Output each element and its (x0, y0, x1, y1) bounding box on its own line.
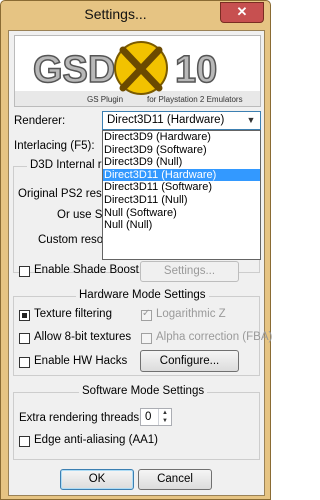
cancel-button[interactable]: Cancel (138, 469, 212, 490)
allow-8bit-label[interactable]: Allow 8-bit textures (34, 331, 131, 343)
renderer-option-selected[interactable]: Direct3D11 (Hardware) (103, 168, 260, 182)
renderer-option[interactable]: Direct3D11 (Null) (103, 194, 260, 207)
software-mode-title: Software Mode Settings (79, 385, 208, 397)
hw-hacks-checkbox[interactable] (19, 357, 30, 368)
shade-boost-label[interactable]: Enable Shade Boost (34, 264, 139, 276)
renderer-option[interactable]: Null (Software) (103, 207, 260, 220)
interlacing-label: Interlacing (F5): (14, 140, 95, 152)
aa1-label[interactable]: Edge anti-aliasing (AA1) (34, 434, 158, 446)
logo-letters-right: 10 (175, 49, 217, 91)
shade-boost-checkbox[interactable] (19, 266, 30, 277)
logo-graphic: GSD 10 GS Plugin for Playstation 2 Emula… (15, 36, 260, 106)
threads-input[interactable]: 0 ▲ ▼ (140, 408, 172, 426)
renderer-option[interactable]: Direct3D9 (Hardware) (103, 131, 260, 144)
logo-caption-right: for Playstation 2 Emulators (147, 95, 243, 104)
dialog-client: GSD 10 GS Plugin for Playstation 2 Emula… (8, 30, 272, 496)
alpha-correction-checkbox[interactable] (141, 333, 152, 344)
allow-8bit-checkbox[interactable] (19, 333, 30, 344)
aa1-checkbox[interactable] (19, 436, 30, 447)
alpha-correction-label[interactable]: Alpha correction (FBA) (156, 331, 272, 343)
title-bar[interactable]: Settings... ✕ (1, 1, 270, 29)
logo-letters-left: GSD (33, 49, 115, 91)
close-button[interactable]: ✕ (220, 2, 264, 23)
renderer-option[interactable]: Null (Null) (103, 219, 260, 232)
gsdx-logo: GSD 10 GS Plugin for Playstation 2 Emula… (14, 35, 261, 107)
d3d-internal-title: D3D Internal r (27, 159, 105, 171)
logarithmic-z-checkbox[interactable] (141, 308, 152, 321)
renderer-label: Renderer: (14, 115, 66, 127)
renderer-option[interactable]: Direct3D9 (Software) (103, 144, 260, 157)
software-mode-groupbox (13, 392, 260, 460)
threads-label: Extra rendering threads: (19, 412, 143, 424)
window-title: Settings... (84, 6, 147, 22)
settings-window: Settings... ✕ GSD 10 GS Plugin for Plays… (0, 0, 272, 500)
renderer-option[interactable]: Direct3D11 (Software) (103, 181, 260, 194)
hw-hacks-label[interactable]: Enable HW Hacks (34, 355, 127, 367)
renderer-select[interactable]: Direct3D11 (Hardware) ▼ (102, 111, 261, 130)
renderer-selected-value: Direct3D11 (Hardware) (107, 114, 225, 126)
threads-spinner[interactable]: ▲ ▼ (158, 409, 171, 425)
renderer-dropdown-list[interactable]: Direct3D9 (Hardware) Direct3D9 (Software… (102, 130, 261, 260)
texture-filtering-label[interactable]: Texture filtering (34, 308, 112, 320)
chevron-down-icon[interactable]: ▼ (244, 113, 258, 128)
texture-filtering-checkbox[interactable] (19, 310, 30, 321)
ok-button[interactable]: OK (60, 469, 134, 490)
shade-boost-settings-button[interactable]: Settings... (140, 261, 239, 282)
hardware-mode-title: Hardware Mode Settings (76, 289, 209, 301)
logo-caption-left: GS Plugin (87, 95, 123, 104)
logarithmic-z-label[interactable]: Logarithmic Z (156, 308, 226, 320)
configure-hw-hacks-button[interactable]: Configure... (140, 350, 239, 372)
renderer-option[interactable]: Direct3D9 (Null) (103, 156, 260, 169)
threads-value: 0 (145, 411, 152, 423)
